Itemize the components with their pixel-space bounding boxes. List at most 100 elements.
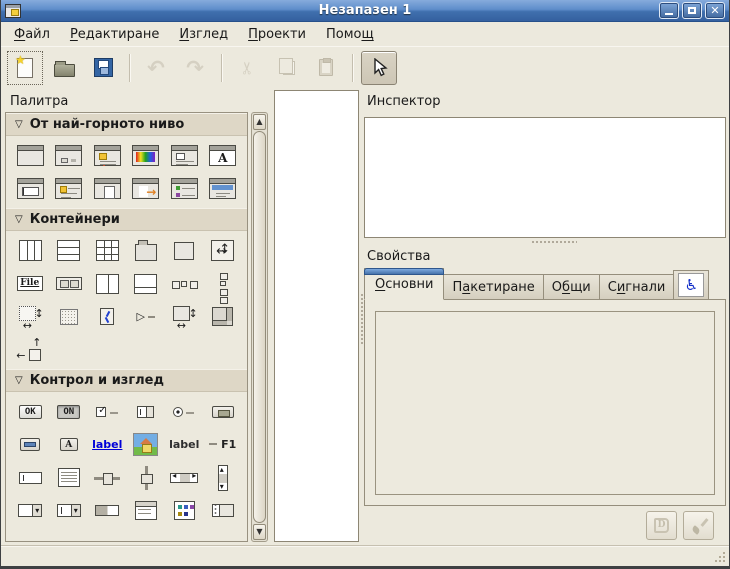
scroll-up-button[interactable]: ▲: [253, 114, 266, 130]
scrollbar-thumb[interactable]: [253, 131, 266, 523]
palette-item-icon-view[interactable]: [165, 495, 204, 526]
palette-item-vbox[interactable]: [50, 235, 89, 266]
save-button[interactable]: [85, 51, 121, 85]
palette-item-vbuttonbox[interactable]: [204, 268, 243, 299]
palette-item-entry[interactable]: [11, 462, 50, 493]
redo-button[interactable]: ↷: [177, 51, 213, 85]
copy-button[interactable]: [269, 51, 305, 85]
palette-item-text-view[interactable]: [50, 462, 89, 493]
horizontal-splitter-handle[interactable]: [531, 240, 577, 245]
palette-item-handle-box[interactable]: [88, 301, 127, 332]
tab-accessibility[interactable]: ♿: [673, 270, 709, 300]
palette-item-button[interactable]: OK: [11, 396, 50, 427]
inspector-label: Инспектор: [367, 94, 441, 109]
palette-item-radio-button[interactable]: [165, 396, 204, 427]
palette-item-image[interactable]: [127, 429, 166, 460]
file-button-icon: [212, 406, 234, 418]
titlebar[interactable]: Незапазен 1 ✕: [0, 0, 730, 22]
palette-item-hbuttonbox[interactable]: [165, 268, 204, 299]
palette-item-note-dialog[interactable]: [50, 173, 89, 204]
palette-item-tree-view[interactable]: [127, 495, 166, 526]
palette-item-message-dialog[interactable]: [88, 140, 127, 171]
palette-item-label[interactable]: label: [165, 429, 204, 460]
palette-item-font-button[interactable]: A: [50, 429, 89, 460]
palette-item-fixed[interactable]: [204, 235, 243, 266]
tab-signals[interactable]: Сигнали: [599, 274, 675, 300]
edit-source-button[interactable]: [683, 511, 714, 540]
close-button[interactable]: ✕: [705, 2, 725, 19]
open-button[interactable]: [46, 51, 82, 85]
vbox-icon: [57, 240, 80, 261]
palette-item-scrolled-layout[interactable]: [204, 301, 243, 332]
minimize-button[interactable]: [659, 2, 679, 19]
accel-label-icon: F1: [209, 438, 236, 451]
palette-item-viewport[interactable]: [50, 301, 89, 332]
palette-item-combo-entry[interactable]: [50, 495, 89, 526]
palette-item-menubar-widget[interactable]: File: [11, 268, 50, 299]
palette-item-color-button[interactable]: [11, 429, 50, 460]
link-button-icon: label: [92, 438, 122, 451]
palette-item-layout[interactable]: [165, 301, 204, 332]
palette-item-input-dialog[interactable]: [11, 173, 50, 204]
palette-item-vpaned[interactable]: [127, 268, 166, 299]
palette-item-export-dialog[interactable]: [127, 173, 166, 204]
maximize-button[interactable]: [682, 2, 702, 19]
palette-item-hscale[interactable]: [88, 462, 127, 493]
palette-item-hbox[interactable]: [11, 235, 50, 266]
undo-button[interactable]: ↶: [138, 51, 174, 85]
palette-item-list-dialog[interactable]: [165, 173, 204, 204]
menu-edit[interactable]: Редактиране: [61, 24, 168, 45]
tab-packing[interactable]: Пакетиране: [443, 274, 543, 300]
palette-scrollbar: ▲ ▼: [251, 112, 268, 542]
palette-item-dialog[interactable]: [50, 140, 89, 171]
palette-section-controls-header[interactable]: ▽ Контрол и изглед: [6, 369, 247, 392]
menu-projects[interactable]: Проекти: [239, 24, 315, 45]
palette-item-font-dialog[interactable]: A: [204, 140, 243, 171]
palette-item-vscrollbar[interactable]: [204, 462, 243, 493]
cell-view-icon: [212, 504, 234, 517]
design-canvas[interactable]: [274, 90, 359, 542]
resize-grip[interactable]: [713, 550, 725, 562]
palette-item-window[interactable]: [11, 140, 50, 171]
new-button[interactable]: [7, 51, 43, 85]
palette-item-table[interactable]: [88, 235, 127, 266]
palette-item-vscale[interactable]: [127, 462, 166, 493]
palette-item-toggle-button[interactable]: ON: [50, 396, 89, 427]
palette-item-file-dialog[interactable]: [165, 140, 204, 171]
cut-button[interactable]: ✂: [230, 51, 266, 85]
scroll-down-button[interactable]: ▼: [253, 524, 266, 540]
devhelp-button[interactable]: D: [646, 511, 677, 540]
palette-section-toplevel-header[interactable]: ▽ От най-горното ниво: [6, 113, 247, 136]
menu-view[interactable]: Изглед: [170, 24, 237, 45]
palette-item-combo-box[interactable]: [11, 495, 50, 526]
palette-item-accel-label[interactable]: F1: [204, 429, 243, 460]
menu-file[interactable]: Файл: [5, 24, 59, 45]
menu-help[interactable]: Помощ: [317, 24, 383, 45]
palette-item-frame[interactable]: [127, 235, 166, 266]
palette-item-scrolled-window[interactable]: [11, 301, 50, 332]
tab-common[interactable]: Общи: [543, 274, 600, 300]
palette-item-spin-button[interactable]: [127, 396, 166, 427]
palette-item-check-button[interactable]: [88, 396, 127, 427]
palette-item-progress-bar[interactable]: [88, 495, 127, 526]
accessibility-wheelchair-icon: ♿: [678, 273, 704, 297]
export-dialog-icon: [132, 178, 159, 199]
palette-item-cell-view[interactable]: [204, 495, 243, 526]
inspector-tree[interactable]: [364, 117, 726, 238]
palette-item-color-dialog[interactable]: [127, 140, 166, 171]
palette-item-toolbar-widget[interactable]: [50, 268, 89, 299]
palette-item-hpaned[interactable]: [88, 268, 127, 299]
palette-item-header-window[interactable]: [204, 173, 243, 204]
palette-item-expander[interactable]: [127, 301, 166, 332]
palette-item-align-arrows[interactable]: [11, 334, 50, 365]
palette-item-link-button[interactable]: label: [88, 429, 127, 460]
palette-item-document-dialog[interactable]: [88, 173, 127, 204]
selector-button[interactable]: [361, 51, 397, 85]
palette-item-file-button[interactable]: [204, 396, 243, 427]
palette-item-hscrollbar[interactable]: [165, 462, 204, 493]
list-dialog-icon: [171, 178, 198, 199]
palette-section-containers-header[interactable]: ▽ Контейнери: [6, 208, 247, 231]
paste-button[interactable]: [308, 51, 344, 85]
tab-general[interactable]: Основни: [364, 268, 444, 300]
palette-item-alignment[interactable]: [165, 235, 204, 266]
